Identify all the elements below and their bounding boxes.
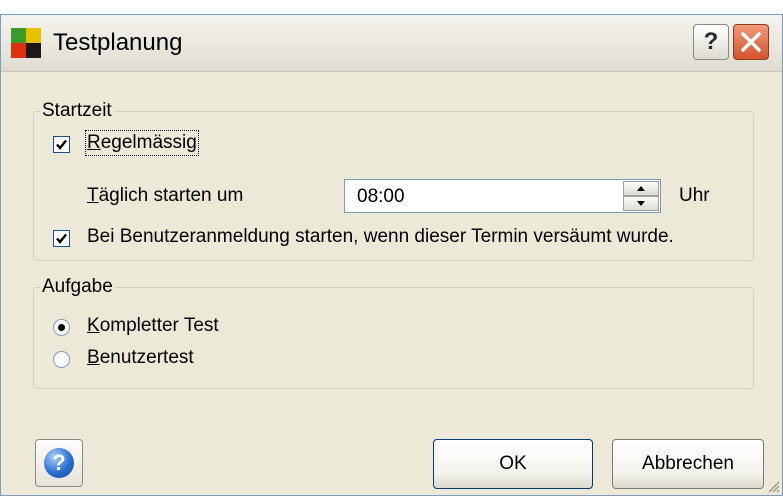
time-spinner[interactable] xyxy=(623,181,659,211)
app-icon xyxy=(11,28,41,58)
time-input-value: 08:00 xyxy=(357,186,405,207)
help-circle-icon: ? xyxy=(44,448,74,478)
close-button[interactable] xyxy=(733,24,769,60)
benutzeranmeldung-checkbox[interactable] xyxy=(53,230,70,247)
kompletter-test-label[interactable]: Kompletter Test xyxy=(87,315,219,337)
help-button[interactable]: ? xyxy=(35,439,83,487)
benutzeranmeldung-label[interactable]: Bei Benutzeranmeldung starten, wenn dies… xyxy=(87,226,674,248)
radio-selected-dot xyxy=(58,324,65,331)
benutzertest-label[interactable]: Benutzertest xyxy=(87,347,194,369)
time-input[interactable]: 08:00 xyxy=(344,179,661,213)
resize-grip-icon[interactable] xyxy=(766,479,780,493)
title-help-button[interactable]: ? xyxy=(693,24,729,60)
title-bar[interactable]: Testplanung ? xyxy=(1,15,782,72)
spin-up-button[interactable] xyxy=(623,181,659,196)
regelmaessig-checkbox[interactable] xyxy=(53,136,70,153)
dialog-window: Testplanung ? Startzeit Regelmässig Tägl… xyxy=(0,14,783,496)
regelmaessig-label[interactable]: Regelmässig xyxy=(85,130,199,156)
kompletter-test-radio[interactable] xyxy=(53,319,70,336)
ok-button[interactable]: OK xyxy=(433,439,593,489)
spin-down-button[interactable] xyxy=(623,196,659,211)
time-unit-label: Uhr xyxy=(679,185,710,206)
startzeit-legend: Startzeit xyxy=(40,100,114,122)
cancel-button[interactable]: Abbrechen xyxy=(612,439,764,489)
arrow-up-icon xyxy=(637,186,645,191)
window-title: Testplanung xyxy=(53,29,183,56)
benutzertest-radio[interactable] xyxy=(53,351,70,368)
checkmark-icon xyxy=(56,233,67,244)
aufgabe-legend: Aufgabe xyxy=(40,276,115,298)
taeglich-label: Täglich starten um xyxy=(87,185,244,206)
arrow-down-icon xyxy=(637,201,645,206)
aufgabe-group: Aufgabe xyxy=(33,276,754,389)
checkmark-icon xyxy=(56,139,67,150)
close-icon xyxy=(741,32,761,52)
